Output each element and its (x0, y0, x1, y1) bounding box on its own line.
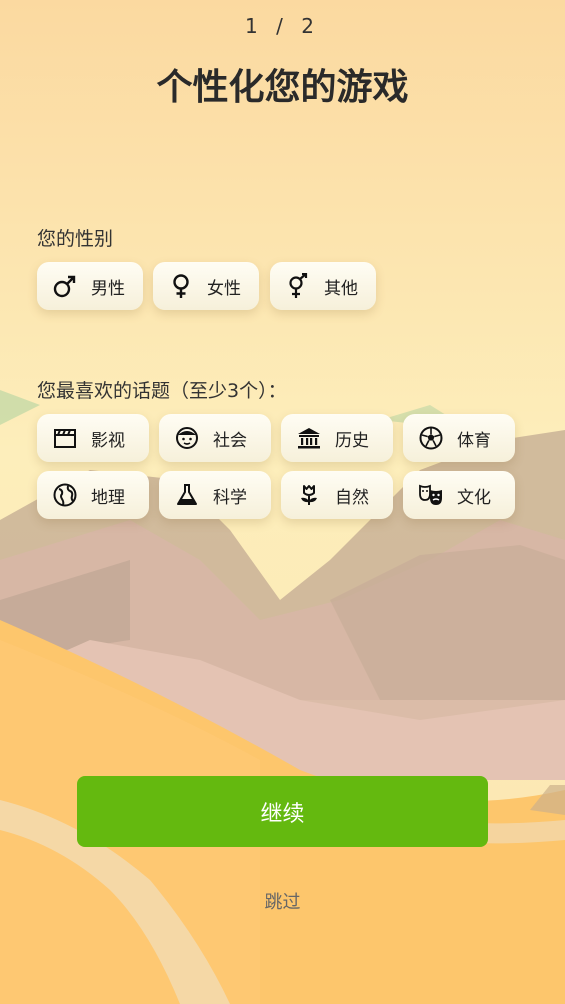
flower-icon (295, 481, 323, 509)
male-symbol-icon (51, 272, 79, 300)
topic-option-label: 历史 (335, 430, 369, 451)
other-gender-symbol-icon (284, 272, 312, 300)
skip-link[interactable]: 跳过 (0, 888, 565, 914)
continue-button[interactable]: 继续 (77, 776, 488, 847)
topic-option-label: 体育 (457, 430, 491, 451)
gender-option-male[interactable]: 男性 (37, 262, 143, 310)
topic-option-label: 社会 (213, 430, 247, 451)
museum-icon (295, 424, 323, 452)
clapperboard-icon (51, 424, 79, 452)
gender-option-label: 女性 (207, 278, 241, 299)
topic-option-label: 地理 (91, 487, 125, 508)
flask-icon (173, 481, 201, 509)
topics-section-label: 您最喜欢的话题（至少3个）： (37, 380, 287, 402)
topic-option-society[interactable]: 社会 (159, 414, 271, 462)
gender-section-label: 您的性别 (37, 228, 114, 250)
topic-option-label: 文化 (457, 487, 491, 508)
topic-option-culture[interactable]: 文化 (403, 471, 515, 519)
globe-icon (51, 481, 79, 509)
topic-option-science[interactable]: 科学 (159, 471, 271, 519)
topic-option-label: 自然 (335, 487, 369, 508)
gender-option-female[interactable]: 女性 (153, 262, 259, 310)
topic-option-history[interactable]: 历史 (281, 414, 393, 462)
female-symbol-icon (167, 272, 195, 300)
topic-option-label: 科学 (213, 487, 247, 508)
topic-option-label: 影视 (91, 430, 125, 451)
theater-masks-icon (417, 481, 445, 509)
topic-option-sports[interactable]: 体育 (403, 414, 515, 462)
topic-option-film[interactable]: 影视 (37, 414, 149, 462)
soccer-ball-icon (417, 424, 445, 452)
gender-option-label: 男性 (91, 278, 125, 299)
gender-option-label: 其他 (324, 278, 358, 299)
topic-option-geography[interactable]: 地理 (37, 471, 149, 519)
face-icon (173, 424, 201, 452)
step-progress: 1 / 2 (245, 14, 320, 38)
gender-option-other[interactable]: 其他 (270, 262, 376, 310)
topic-option-nature[interactable]: 自然 (281, 471, 393, 519)
page-title: 个性化您的游戏 (156, 67, 409, 108)
